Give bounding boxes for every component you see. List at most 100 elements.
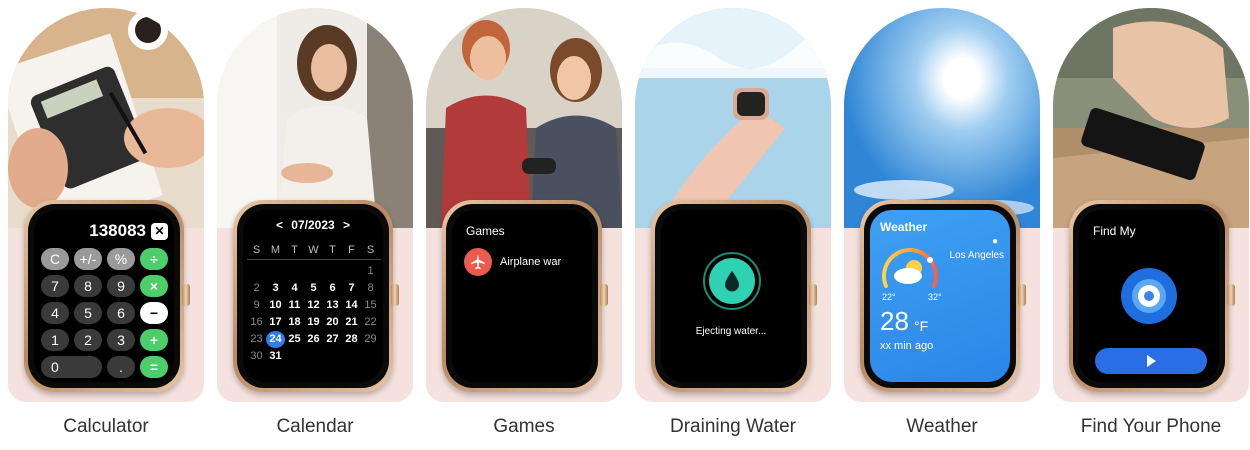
calendar-day xyxy=(323,348,342,365)
weekday-label: S xyxy=(366,244,375,256)
calculator-key[interactable]: 0 xyxy=(41,356,102,378)
calendar-day[interactable]: 29 xyxy=(361,331,380,348)
calendar-day[interactable]: 7 xyxy=(342,280,361,297)
games-title: Games xyxy=(466,224,505,238)
calculator-key[interactable]: × xyxy=(140,275,168,297)
location-pin-icon: ● xyxy=(991,236,998,247)
calendar-day xyxy=(323,263,342,280)
calendar-day[interactable]: 19 xyxy=(304,314,323,331)
feature-panel-calendar: < 07/2023 > S M T W T F S 1 2 3 4 5 6 7 8 9 10 11 12 13 14 15… xyxy=(217,8,413,450)
caption-calculator: Calculator xyxy=(63,416,149,437)
calendar-grid: S M T W T F S 1 2 3 4 5 6 7 8 9 10 11 12 13 14 15 16 17 18 19 20 21… xyxy=(247,242,381,365)
calendar-day[interactable]: 25 xyxy=(285,331,304,348)
calendar-day[interactable]: 4 xyxy=(285,280,304,297)
calendar-day[interactable]: 16 xyxy=(247,314,266,331)
chevron-left-icon[interactable]: < xyxy=(276,218,283,232)
calendar-day[interactable]: 26 xyxy=(304,331,323,348)
weekday-label: F xyxy=(348,244,355,256)
calendar-week: 2345678 xyxy=(247,280,381,297)
calendar-day[interactable]: 13 xyxy=(323,297,342,314)
calendar-day[interactable]: 27 xyxy=(323,331,342,348)
calculator-key[interactable]: 1 xyxy=(41,329,69,351)
caption-weather: Weather xyxy=(906,416,978,437)
calendar-day[interactable]: 30 xyxy=(247,348,266,365)
game-label: Airplane war xyxy=(500,256,562,268)
calculator-key[interactable]: 7 xyxy=(41,275,69,297)
calendar-day[interactable]: 12 xyxy=(304,297,323,314)
calendar-day[interactable]: 3 xyxy=(266,280,285,297)
calendar-day[interactable]: 20 xyxy=(323,314,342,331)
smartwatch: Find My xyxy=(1069,200,1235,392)
calculator-key[interactable]: = xyxy=(140,356,168,378)
calculator-key[interactable]: . xyxy=(107,356,135,378)
calculator-key[interactable]: 5 xyxy=(74,302,102,324)
calculator-key[interactable]: + xyxy=(140,329,168,351)
smartwatch: Ejecting water... xyxy=(651,200,817,392)
calculator-key[interactable]: % xyxy=(107,248,135,270)
calculator-key[interactable]: 4 xyxy=(41,302,69,324)
calculator-key[interactable]: ÷ xyxy=(140,248,168,270)
calculator-row: 4 5 6− xyxy=(41,302,169,324)
calendar-day[interactable]: 17 xyxy=(266,314,285,331)
weather-low: 22° xyxy=(882,292,896,302)
calculator-key[interactable]: C xyxy=(41,248,69,270)
calculator-key[interactable]: +/- xyxy=(74,248,102,270)
calculator-key[interactable]: 8 xyxy=(74,275,102,297)
calendar-day[interactable]: 5 xyxy=(304,280,323,297)
calendar-day-today[interactable]: 24 xyxy=(266,331,285,348)
calendar-day[interactable]: 8 xyxy=(361,280,380,297)
weekday-label: W xyxy=(308,244,319,256)
game-item-airplane-war[interactable]: Airplane war xyxy=(464,248,561,276)
caption-games: Games xyxy=(493,416,555,437)
calendar-day[interactable]: 18 xyxy=(285,314,304,331)
calendar-day[interactable]: 1 xyxy=(361,263,380,280)
find-phone-button[interactable] xyxy=(1095,348,1207,374)
calendar-day xyxy=(361,348,380,365)
target-icon xyxy=(1121,268,1177,324)
calendar-day[interactable]: 15 xyxy=(361,297,380,314)
calendar-week: 16 17 18 19 20 21 22 xyxy=(247,314,381,331)
calendar-weekdays: SMTWTFS xyxy=(247,242,381,259)
calculator-key[interactable]: 3 xyxy=(107,329,135,351)
calendar-day[interactable]: 11 xyxy=(285,297,304,314)
calculator-key[interactable]: 6 xyxy=(107,302,135,324)
feature-panel-weather: Weather ● Los Angeles 22° 32° 28 °F xx m… xyxy=(844,8,1040,450)
close-icon[interactable]: ✕ xyxy=(151,223,168,240)
calculator-row: 7 8 9 × xyxy=(41,275,169,297)
chevron-right-icon[interactable]: > xyxy=(343,218,350,232)
watch-crown xyxy=(391,284,399,306)
calendar-day[interactable]: 23 xyxy=(247,331,266,348)
smartwatch: Games Airplane war xyxy=(442,200,608,392)
watch-crown xyxy=(1018,284,1026,306)
watch-screen-weather: Weather ● Los Angeles 22° 32° 28 °F xx m… xyxy=(870,210,1010,382)
weekday-label: S xyxy=(252,244,261,256)
calendar-day[interactable]: 21 xyxy=(342,314,361,331)
calculator-key[interactable]: 2 xyxy=(74,329,102,351)
watch-crown xyxy=(600,284,608,306)
calendar-day[interactable]: 2 xyxy=(247,280,266,297)
calculator-row: 0. = xyxy=(41,356,169,378)
calendar-day xyxy=(285,263,304,280)
calendar-day[interactable]: 28 xyxy=(342,331,361,348)
watch-screen-calendar: < 07/2023 > S M T W T F S 1 2 3 4 5 6 7 8 9 10 11 12 13 14 15… xyxy=(243,210,383,382)
scene-woman-watch xyxy=(217,8,413,228)
calendar-day xyxy=(247,263,266,280)
calendar-day[interactable]: 10 xyxy=(266,297,285,314)
calendar-day[interactable]: 6 xyxy=(323,280,342,297)
calendar-day[interactable]: 31 xyxy=(266,348,285,365)
watch-crown xyxy=(1227,284,1235,306)
calculator-key[interactable]: 9 xyxy=(107,275,135,297)
calendar-day xyxy=(342,348,361,365)
partly-cloudy-icon xyxy=(894,260,922,284)
calculator-row: C +/-% ÷ xyxy=(41,248,169,270)
calendar-day[interactable]: 14 xyxy=(342,297,361,314)
weather-updated: xx min ago xyxy=(880,340,934,352)
calendar-day[interactable]: 9 xyxy=(247,297,266,314)
calculator-key[interactable]: − xyxy=(140,302,168,324)
calendar-day[interactable]: 22 xyxy=(361,314,380,331)
airplane-icon xyxy=(464,248,492,276)
weather-high: 32° xyxy=(928,292,942,302)
smartwatch: Weather ● Los Angeles 22° 32° 28 °F xx m… xyxy=(860,200,1026,392)
feature-panel-calculator: 138083 ✕ C +/-% ÷ 7 8 9 × 4 5 6−1 2 3 +0. = Calculato… xyxy=(8,8,204,450)
scene-desk-calculator xyxy=(8,8,204,228)
